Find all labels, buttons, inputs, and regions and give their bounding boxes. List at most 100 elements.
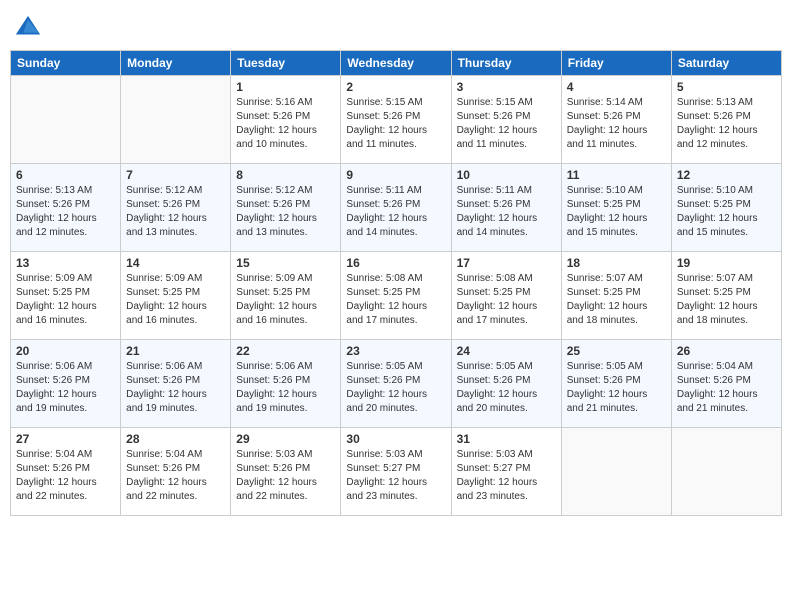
sunrise-text: Sunrise: 5:08 AM [457, 273, 533, 284]
calendar-week-row: 1 Sunrise: 5:16 AM Sunset: 5:26 PM Daylight… [11, 76, 782, 164]
sunrise-text: Sunrise: 5:07 AM [677, 273, 753, 284]
day-info: Sunrise: 5:13 AMSunset: 5:26 PMDaylight:… [16, 184, 115, 240]
sunrise-text: Sunrise: 5:04 AM [677, 361, 753, 372]
day-number: 23 [346, 344, 445, 358]
day-info: Sunrise: 5:15 AMSunset: 5:26 PMDaylight:… [457, 96, 556, 152]
daylight-text: Daylight: 12 hoursand 15 minutes. [567, 213, 648, 238]
daylight-text: Daylight: 12 hoursand 18 minutes. [677, 301, 758, 326]
sunrise-text: Sunrise: 5:04 AM [126, 449, 202, 460]
calendar-week-row: 27Sunrise: 5:04 AMSunset: 5:26 PMDayligh… [11, 428, 782, 516]
sunset-text: Sunset: 5:25 PM [677, 199, 751, 210]
calendar-day-cell: 6 Sunrise: 5:13 AMSunset: 5:26 PMDaylight… [11, 164, 121, 252]
day-number: 19 [677, 256, 776, 270]
sunrise-text: Sunrise: 5:12 AM [236, 185, 312, 196]
calendar-day-cell: 9Sunrise: 5:11 AMSunset: 5:26 PMDaylight… [341, 164, 451, 252]
weekday-header: Friday [561, 51, 671, 76]
day-number: 7 [126, 168, 225, 182]
sunrise-text: Sunrise: 5:05 AM [567, 361, 643, 372]
sunrise-text: Sunrise: 5:15 AM [346, 97, 422, 108]
weekday-header: Wednesday [341, 51, 451, 76]
daylight-text: Daylight: 12 hoursand 17 minutes. [346, 301, 427, 326]
day-info: Sunrise: 5:13 AMSunset: 5:26 PMDaylight:… [677, 96, 776, 152]
sunset-text: Sunset: 5:26 PM [346, 199, 420, 210]
day-number: 5 [677, 80, 776, 94]
sunrise-text: Sunrise: 5:11 AM [457, 185, 532, 196]
sunset-text: Sunset: 5:25 PM [346, 287, 420, 298]
calendar-day-cell: 16Sunrise: 5:08 AMSunset: 5:25 PMDayligh… [341, 252, 451, 340]
calendar-day-cell: 4 Sunrise: 5:14 AM Sunset: 5:26 PM Daylight… [561, 76, 671, 164]
day-info: Sunrise: 5:03 AMSunset: 5:27 PMDaylight:… [457, 448, 556, 504]
day-number: 27 [16, 432, 115, 446]
day-number: 24 [457, 344, 556, 358]
calendar-day-cell: 30Sunrise: 5:03 AMSunset: 5:27 PMDayligh… [341, 428, 451, 516]
logo [14, 14, 44, 42]
day-info: Sunrise: 5:09 AMSunset: 5:25 PMDaylight:… [126, 272, 225, 328]
day-info: Sunrise: 5:10 AMSunset: 5:25 PMDaylight:… [567, 184, 666, 240]
day-number: 2 [346, 80, 445, 94]
day-number: 8 [236, 168, 335, 182]
weekday-header: Monday [121, 51, 231, 76]
day-info: Sunrise: 5:04 AMSunset: 5:26 PMDaylight:… [677, 360, 776, 416]
daylight-text: Daylight: 12 hoursand 20 minutes. [457, 389, 538, 414]
sunset-text: Sunset: 5:26 PM [567, 111, 641, 122]
calendar-day-cell: 15Sunrise: 5:09 AMSunset: 5:25 PMDayligh… [231, 252, 341, 340]
sunset-text: Sunset: 5:26 PM [677, 375, 751, 386]
sunset-text: Sunset: 5:26 PM [346, 111, 420, 122]
calendar-day-cell: 8Sunrise: 5:12 AMSunset: 5:26 PMDaylight… [231, 164, 341, 252]
day-info: Sunrise: 5:04 AMSunset: 5:26 PMDaylight:… [16, 448, 115, 504]
day-number: 1 [236, 80, 335, 94]
sunset-text: Sunset: 5:25 PM [567, 199, 641, 210]
sunrise-text: Sunrise: 5:16 AM [236, 97, 312, 108]
calendar-body: 1 Sunrise: 5:16 AM Sunset: 5:26 PM Daylight… [11, 76, 782, 516]
daylight-text: Daylight: 12 hoursand 19 minutes. [126, 389, 207, 414]
day-number: 25 [567, 344, 666, 358]
day-number: 6 [16, 168, 115, 182]
weekday-header: Tuesday [231, 51, 341, 76]
day-info: Sunrise: 5:05 AMSunset: 5:26 PMDaylight:… [346, 360, 445, 416]
sunset-text: Sunset: 5:26 PM [236, 463, 310, 474]
day-number: 10 [457, 168, 556, 182]
sunrise-text: Sunrise: 5:13 AM [16, 185, 92, 196]
daylight-text: Daylight: 12 hoursand 22 minutes. [16, 477, 97, 502]
day-number: 20 [16, 344, 115, 358]
daylight-text: Daylight: 12 hoursand 11 minutes. [346, 125, 427, 150]
sunset-text: Sunset: 5:25 PM [457, 287, 531, 298]
day-number: 26 [677, 344, 776, 358]
sunrise-text: Sunrise: 5:03 AM [236, 449, 312, 460]
sunset-text: Sunset: 5:26 PM [16, 375, 90, 386]
day-number: 30 [346, 432, 445, 446]
day-info: Sunrise: 5:07 AMSunset: 5:25 PMDaylight:… [677, 272, 776, 328]
sunset-text: Sunset: 5:26 PM [126, 375, 200, 386]
calendar-day-cell: 24Sunrise: 5:05 AMSunset: 5:26 PMDayligh… [451, 340, 561, 428]
sunset-text: Sunset: 5:26 PM [457, 111, 531, 122]
day-info: Sunrise: 5:07 AMSunset: 5:25 PMDaylight:… [567, 272, 666, 328]
calendar-day-cell: 7 Sunrise: 5:12 AMSunset: 5:26 PMDaylight… [121, 164, 231, 252]
daylight-text: Daylight: 12 hoursand 16 minutes. [236, 301, 317, 326]
daylight-text: Daylight: 12 hoursand 12 minutes. [677, 125, 758, 150]
day-info: Sunrise: 5:06 AMSunset: 5:26 PMDaylight:… [236, 360, 335, 416]
sunset-text: Sunset: 5:25 PM [236, 287, 310, 298]
calendar-day-cell: 31 Sunrise: 5:03 AMSunset: 5:27 PMDayligh… [451, 428, 561, 516]
calendar-day-cell: 19 Sunrise: 5:07 AMSunset: 5:25 PMDayligh… [671, 252, 781, 340]
calendar-day-cell: 5 Sunrise: 5:13 AMSunset: 5:26 PMDaylight… [671, 76, 781, 164]
calendar-day-cell: 23 Sunrise: 5:05 AMSunset: 5:26 PMDayligh… [341, 340, 451, 428]
sunrise-text: Sunrise: 5:14 AM [567, 97, 643, 108]
day-info: Sunrise: 5:03 AMSunset: 5:26 PMDaylight:… [236, 448, 335, 504]
calendar-day-cell: 3Sunrise: 5:15 AMSunset: 5:26 PMDaylight… [451, 76, 561, 164]
calendar-day-cell: 2 Sunrise: 5:15 AM Sunset: 5:26 PM Daylight… [341, 76, 451, 164]
day-number: 29 [236, 432, 335, 446]
daylight-text: Daylight: 12 hoursand 21 minutes. [567, 389, 648, 414]
sunrise-text: Sunrise: 5:11 AM [346, 185, 421, 196]
calendar-day-cell: 20Sunrise: 5:06 AMSunset: 5:26 PMDayligh… [11, 340, 121, 428]
daylight-text: Daylight: 12 hoursand 22 minutes. [126, 477, 207, 502]
day-number: 31 [457, 432, 556, 446]
day-number: 4 [567, 80, 666, 94]
day-info: Sunrise: 5:12 AMSunset: 5:26 PMDaylight:… [126, 184, 225, 240]
calendar-day-cell [121, 76, 231, 164]
daylight-text: Daylight: 12 hoursand 18 minutes. [567, 301, 648, 326]
daylight-text: Daylight: 12 hoursand 11 minutes. [567, 125, 648, 150]
calendar-header-row: SundayMondayTuesdayWednesdayThursdayFrid… [11, 51, 782, 76]
sunrise-text: Sunrise: 5:06 AM [16, 361, 92, 372]
sunrise-text: Sunrise: 5:15 AM [457, 97, 533, 108]
calendar-day-cell: 22Sunrise: 5:06 AMSunset: 5:26 PMDayligh… [231, 340, 341, 428]
